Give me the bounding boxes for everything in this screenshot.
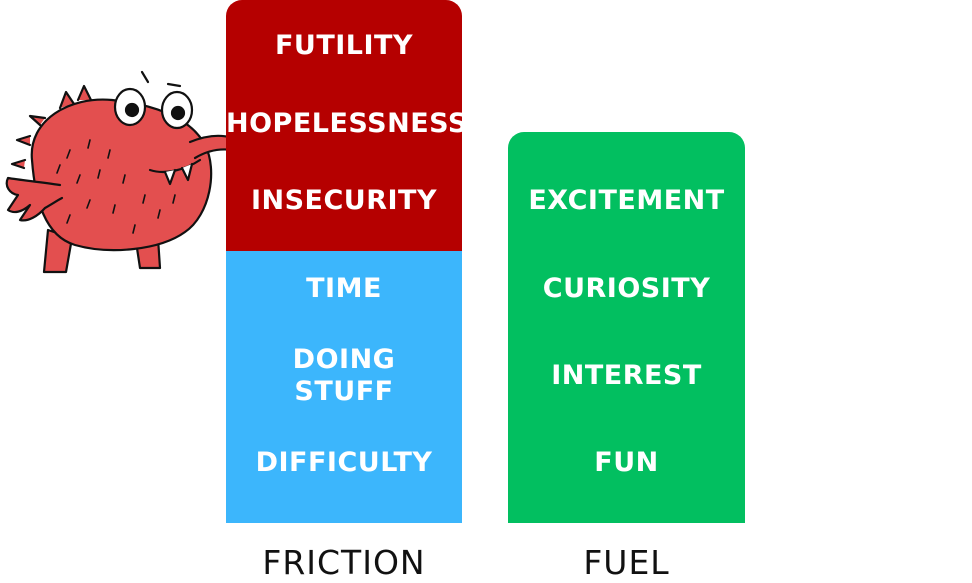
fuel-column: EXCITEMENT CURIOSITY INTEREST FUN (508, 132, 745, 523)
friction-item-futility: FUTILITY (274, 30, 414, 61)
friction-item-time: TIME (306, 273, 382, 304)
fuel-item-interest: INTEREST (551, 360, 702, 391)
friction-column: FUTILITY HOPELESSNESS INSECURITY TIME DO… (226, 0, 462, 523)
red-fuzzy-monster-icon (5, 70, 234, 274)
friction-item-hopelessness: HOPELESSNESS (226, 108, 462, 139)
friction-item-difficulty: DIFFICULTY (255, 447, 433, 478)
friction-item-doing-stuff: DOING STUFF (292, 344, 396, 407)
fuel-item-fun: FUN (594, 447, 659, 478)
friction-label: FRICTION (262, 543, 426, 582)
fuel-item-excitement: EXCITEMENT (528, 185, 725, 216)
fuel-item-curiosity: CURIOSITY (542, 273, 711, 304)
friction-item-insecurity: INSECURITY (250, 185, 438, 216)
fuel-label: FUEL (583, 543, 670, 582)
